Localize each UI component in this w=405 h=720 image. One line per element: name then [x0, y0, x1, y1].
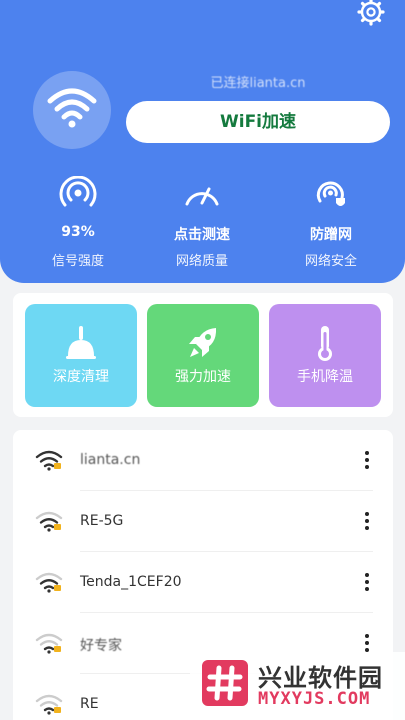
anti-leech-stat[interactable]: 防蹭网 网络安全 — [271, 176, 391, 269]
broom-icon — [66, 326, 96, 359]
speed-test-label: 网络质量 — [175, 254, 228, 269]
wifi-name: 好专家 — [80, 638, 122, 654]
watermark-domain: MYXYJS.COM — [258, 689, 371, 709]
wifi-signal-icon — [35, 572, 63, 593]
wifi-name: lianta.cn — [80, 452, 141, 468]
deep-clean-button[interactable]: 深度清理 — [25, 304, 137, 407]
wifi-list-item[interactable]: RE-5G — [13, 491, 393, 552]
phone-cooling-label: 手机降温 — [297, 369, 353, 385]
speed-test-stat[interactable]: 点击测速 网络质量 — [142, 176, 262, 269]
watermark: 兴业软件园 MYXYJS.COM — [190, 652, 405, 720]
anti-leech-label: 网络安全 — [304, 254, 357, 269]
hash-logo-icon — [202, 660, 248, 706]
wifi-name: RE — [80, 696, 99, 712]
signal-radar-icon — [59, 176, 97, 207]
more-options-icon[interactable] — [363, 633, 371, 653]
power-boost-button[interactable]: 强力加速 — [147, 304, 259, 407]
speedometer-icon — [185, 187, 219, 206]
wifi-name: Tenda_1CEF20 — [80, 574, 182, 590]
shield-signal-icon — [316, 181, 345, 206]
tools-card: 深度清理 强力加速 手机降温 — [13, 293, 393, 417]
more-options-icon[interactable] — [363, 511, 371, 531]
watermark-chinese: 兴业软件园 — [258, 664, 383, 692]
connected-network-label: 已连接lianta.cn — [210, 76, 306, 91]
deep-clean-label: 深度清理 — [53, 369, 109, 385]
anti-leech-value: 防蹭网 — [310, 227, 352, 243]
gear-icon[interactable] — [356, 0, 386, 27]
wifi-signal-icon — [35, 450, 63, 471]
more-options-icon[interactable] — [363, 572, 371, 592]
signal-strength-value: 93% — [61, 224, 95, 240]
wifi-signal-icon — [35, 633, 63, 654]
wifi-list-item[interactable]: lianta.cn — [13, 430, 393, 491]
wifi-icon — [47, 88, 97, 128]
wifi-boost-button[interactable]: WiFi加速 — [126, 101, 390, 143]
wifi-list-item[interactable]: Tenda_1CEF20 — [13, 552, 393, 613]
header-panel: 已连接lianta.cn WiFi加速 93% 信号强度 点击测速 网络质量 防… — [0, 0, 405, 283]
wifi-name: RE-5G — [80, 513, 124, 529]
thermometer-icon — [318, 326, 332, 361]
wifi-signal-icon — [35, 511, 63, 532]
signal-strength-label: 信号强度 — [51, 254, 104, 269]
speed-test-value: 点击测速 — [174, 227, 230, 243]
signal-strength-stat[interactable]: 93% 信号强度 — [18, 176, 138, 269]
wifi-signal-icon — [35, 694, 63, 715]
power-boost-label: 强力加速 — [175, 369, 231, 385]
phone-cooling-button[interactable]: 手机降温 — [269, 304, 381, 407]
wifi-status-circle — [33, 71, 111, 149]
rocket-icon — [189, 328, 217, 357]
more-options-icon[interactable] — [363, 450, 371, 470]
